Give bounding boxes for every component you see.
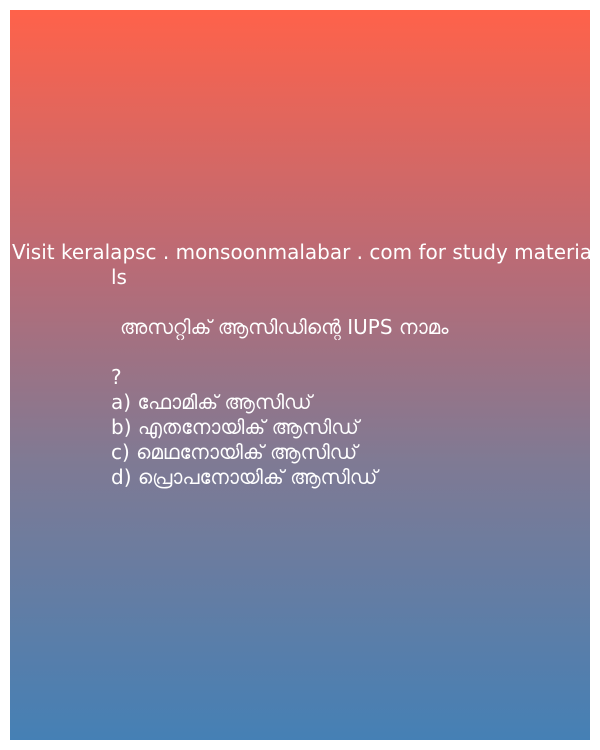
promo-text-line-1: Visit keralapsc . monsoonmalabar . com f… (12, 240, 593, 264)
option-d: d) പ്രൊപനോയിക് ആസിഡ് (111, 465, 378, 489)
promo-text-line-2: ls (111, 265, 127, 289)
question-mark: ? (111, 365, 122, 389)
question-text: അസറ്റിക് ആസിഡിന്റെ IUPS നാമം (120, 315, 449, 339)
question-card: Visit keralapsc . monsoonmalabar . com f… (10, 10, 593, 740)
option-a: a) ഫോമിക് ആസിഡ് (111, 390, 312, 414)
option-c: c) മെഥനോയിക് ആസിഡ് (111, 440, 358, 464)
option-b: b) എതനോയിക് ആസിഡ് (111, 415, 359, 439)
